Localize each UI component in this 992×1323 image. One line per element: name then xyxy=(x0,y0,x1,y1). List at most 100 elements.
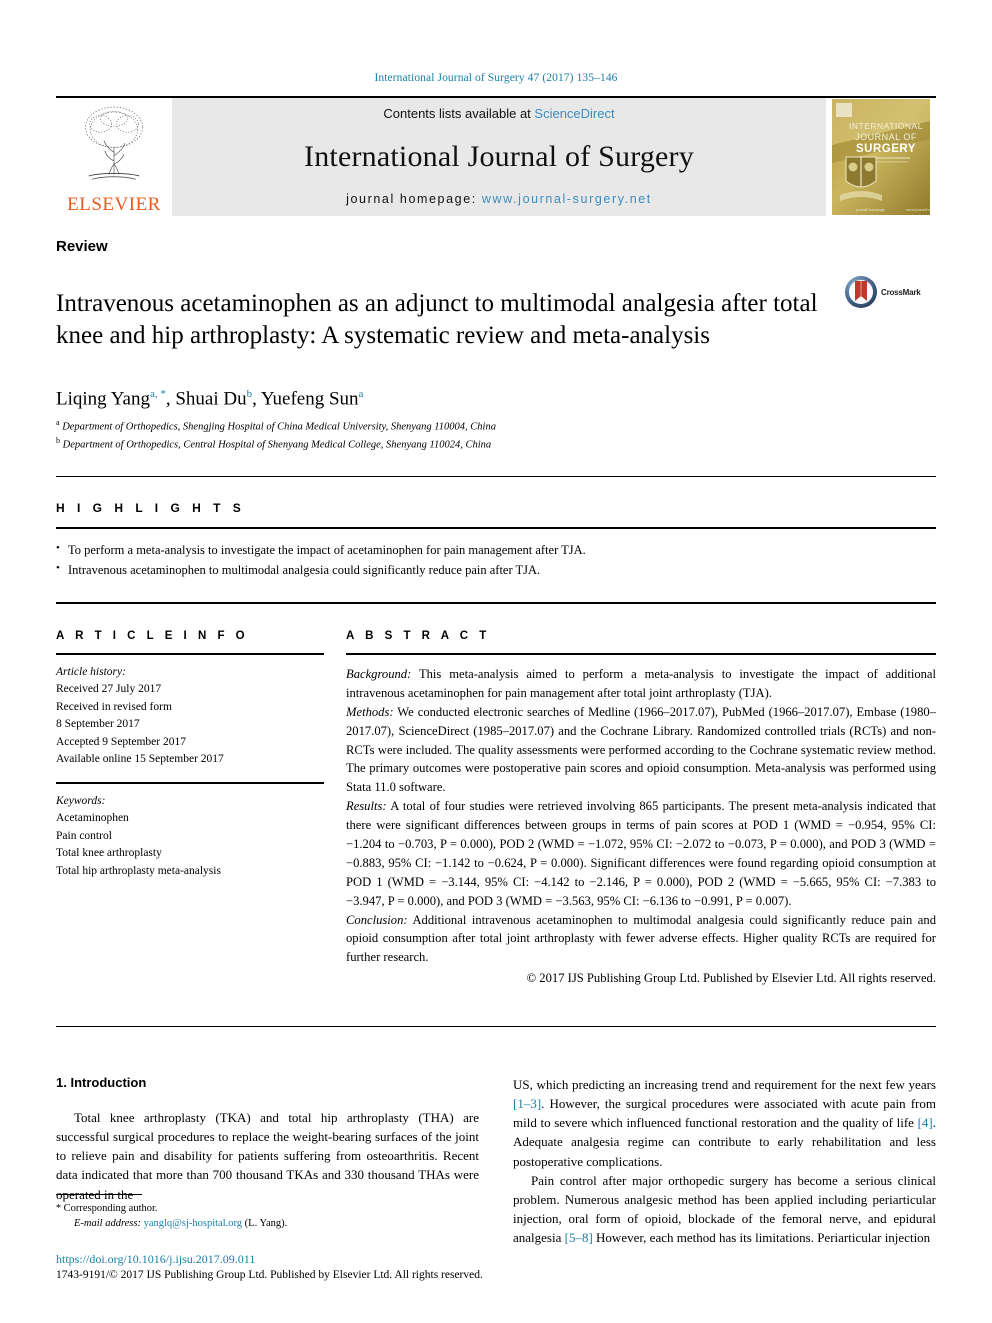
highlights-heading: H I G H L I G H T S xyxy=(56,501,246,516)
crossmark-icon xyxy=(845,276,877,308)
title-row: Intravenous acetaminophen as an adjunct … xyxy=(56,271,936,370)
author-name: Liqing Yang xyxy=(56,387,150,409)
abstract-label-conclusion: Conclusion: xyxy=(346,912,408,927)
footnote-divider xyxy=(56,1193,142,1195)
author-mark: a, * xyxy=(149,387,166,400)
author-name: Shuai Du xyxy=(175,387,247,409)
affiliation-text: Department of Orthopedics, Shengjing Hos… xyxy=(62,421,496,433)
paragraph: US, which predicting an increasing trend… xyxy=(513,1075,936,1171)
article-info-column: A R T I C L E I N F O Article history: R… xyxy=(56,630,346,988)
email-note: E-mail address: yanglq@sj-hospital.org (… xyxy=(56,1216,496,1232)
paragraph-text: However, each method has its limitations… xyxy=(592,1230,931,1246)
elsevier-logo: ELSEVIER xyxy=(56,98,172,216)
journal-masthead: ELSEVIER Contents lists available at Sci… xyxy=(56,96,936,216)
paragraph-text: US, which predicting an increasing trend… xyxy=(513,1077,936,1093)
elsevier-tree-icon xyxy=(85,106,143,180)
journal-cover-thumbnail: INTERNATIONAL JOURNAL OF SURGERY journal… xyxy=(826,98,936,216)
svg-text:journal homepage: journal homepage xyxy=(855,207,885,212)
list-item: To perform a meta-analysis to investigat… xyxy=(56,540,936,560)
affiliation-mark: a xyxy=(56,417,60,427)
journal-article-page: International Journal of Surgery 47 (201… xyxy=(0,0,992,1323)
journal-band: Contents lists available at ScienceDirec… xyxy=(172,98,826,216)
keywords-block: Keywords: Acetaminophen Pain control Tot… xyxy=(56,784,324,880)
history-item: Accepted 9 September 2017 xyxy=(56,735,186,748)
crossmark-badge[interactable]: CrossMark xyxy=(844,271,936,309)
contents-prefix: Contents lists available at xyxy=(383,106,535,121)
abstract-text-results: A total of four studies were retrieved i… xyxy=(346,799,936,908)
paragraph: Pain control after major orthopedic surg… xyxy=(513,1171,936,1247)
sciencedirect-link[interactable]: ScienceDirect xyxy=(534,106,614,121)
citation-ref[interactable]: [1–3] xyxy=(513,1096,541,1111)
affiliation-item: a Department of Orthopedics, Shengjing H… xyxy=(56,417,936,435)
abstract-copyright: © 2017 IJS Publishing Group Ltd. Publish… xyxy=(526,971,936,986)
abstract-paragraph-methods: Methods: We conducted electronic searche… xyxy=(346,703,936,797)
abstract-label-methods: Methods: xyxy=(346,704,394,719)
history-item: Received in revised form xyxy=(56,700,172,713)
homepage-link[interactable]: www.journal-surgery.net xyxy=(482,192,652,206)
history-item: Available online 15 September 2017 xyxy=(56,753,224,766)
list-item: Intravenous acetaminophen to multimodal … xyxy=(56,560,936,580)
paragraph: Total knee arthroplasty (TKA) and total … xyxy=(56,1110,479,1202)
divider-below-abstract xyxy=(56,1026,936,1028)
history-item: 8 September 2017 xyxy=(56,718,140,731)
author-name: Yuefeng Sun xyxy=(260,387,359,409)
abstract-heading: A B S T R A C T xyxy=(346,630,491,643)
author-mark: a xyxy=(358,387,364,400)
email-owner: (L. Yang). xyxy=(244,1218,288,1230)
affiliation-text: Department of Orthopedics, Central Hospi… xyxy=(62,439,492,451)
body-right-column: US, which predicting an increasing trend… xyxy=(513,1075,936,1247)
keyword-item: Total hip arthroplasty meta-analysis xyxy=(56,864,221,877)
article-history-block: Article history: Received 27 July 2017 R… xyxy=(56,655,324,769)
abstract-text-conclusion: Additional intravenous acetaminophen to … xyxy=(346,912,936,965)
contents-available-line: Contents lists available at ScienceDirec… xyxy=(383,106,614,121)
affiliation-list: a Department of Orthopedics, Shengjing H… xyxy=(56,417,936,452)
issn-copyright-line: 1743-9191/© 2017 IJS Publishing Group Lt… xyxy=(56,1269,483,1281)
corresponding-author-note: * Corresponding author. xyxy=(56,1201,496,1217)
citation-ref[interactable]: [4] xyxy=(918,1115,933,1130)
keyword-item: Pain control xyxy=(56,829,112,842)
page-title: Intravenous acetaminophen as an adjunct … xyxy=(56,289,818,350)
svg-text:JOURNAL OF: JOURNAL OF xyxy=(855,132,917,142)
svg-text:SURGERY: SURGERY xyxy=(856,143,916,155)
info-abstract-region: A R T I C L E I N F O Article history: R… xyxy=(56,630,936,988)
divider-below-highlights xyxy=(56,602,936,605)
homepage-prefix: journal homepage: xyxy=(346,192,482,206)
author-mark: b xyxy=(246,387,253,400)
paragraph-text: . However, the surgical procedures were … xyxy=(513,1096,936,1131)
email-label: E-mail address: xyxy=(74,1218,141,1230)
email-link[interactable]: yanglq@sj-hospital.org xyxy=(144,1218,242,1229)
crossmark-label: CrossMark xyxy=(881,287,921,297)
citation-ref[interactable]: [5–8] xyxy=(565,1230,593,1245)
abstract-body: Background: This meta-analysis aimed to … xyxy=(346,655,936,988)
keyword-item: Total knee arthroplasty xyxy=(56,847,162,860)
divider-above-highlights xyxy=(56,476,936,478)
svg-text:INTERNATIONAL: INTERNATIONAL xyxy=(849,121,923,131)
keywords-label: Keywords: xyxy=(56,794,106,807)
page-footer: * Corresponding author. E-mail address: … xyxy=(56,1193,496,1281)
svg-text:www.journal-surgery: www.journal-surgery xyxy=(906,207,930,212)
elsevier-wordmark: ELSEVIER xyxy=(67,194,161,215)
keyword-item: Acetaminophen xyxy=(56,812,129,825)
abstract-column: A B S T R A C T Background: This meta-an… xyxy=(346,630,936,988)
abstract-label-results: Results: xyxy=(346,799,387,814)
doi-link[interactable]: https://doi.org/10.1016/j.ijsu.2017.09.0… xyxy=(56,1252,496,1267)
journal-title: International Journal of Surgery xyxy=(304,139,694,173)
history-item: Received 27 July 2017 xyxy=(56,683,162,696)
running-head: International Journal of Surgery 47 (201… xyxy=(374,72,618,84)
abstract-text-background: This meta-analysis aimed to perform a me… xyxy=(346,667,936,700)
article-history-label: Article history: xyxy=(56,666,126,679)
journal-homepage-line: journal homepage: www.journal-surgery.ne… xyxy=(346,192,652,206)
highlights-list: To perform a meta-analysis to investigat… xyxy=(56,529,936,580)
corresponding-author-text: Corresponding author. xyxy=(63,1202,158,1214)
article-type-label: Review xyxy=(56,238,108,255)
abstract-label-background: Background: xyxy=(346,667,412,682)
journal-cover-icon: INTERNATIONAL JOURNAL OF SURGERY journal… xyxy=(832,99,930,215)
section-heading-introduction: 1. Introduction xyxy=(56,1075,147,1091)
abstract-paragraph-conclusion: Conclusion: Additional intravenous aceta… xyxy=(346,911,936,968)
affiliation-item: b Department of Orthopedics, Central Hos… xyxy=(56,435,936,453)
author-list: Liqing Yanga, *, Shuai Dub, Yuefeng Suna xyxy=(56,387,364,409)
asterisk-icon: * xyxy=(56,1202,61,1214)
abstract-paragraph-results: Results: A total of four studies were re… xyxy=(346,797,936,910)
abstract-text-methods: We conducted electronic searches of Medl… xyxy=(346,704,936,795)
abstract-paragraph-background: Background: This meta-analysis aimed to … xyxy=(346,665,936,703)
